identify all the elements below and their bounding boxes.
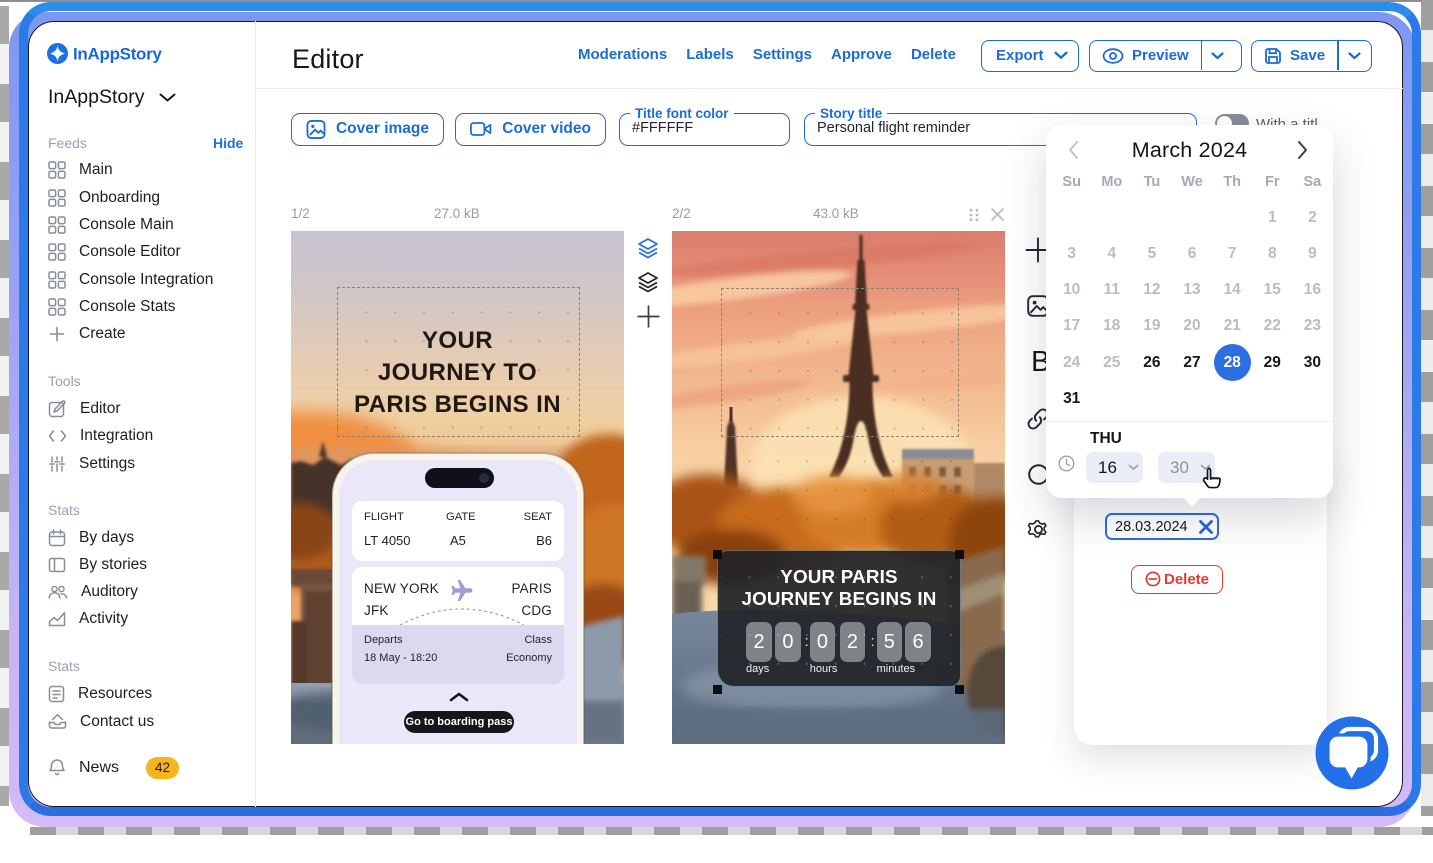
svg-text:InAppStory: InAppStory (73, 45, 162, 64)
